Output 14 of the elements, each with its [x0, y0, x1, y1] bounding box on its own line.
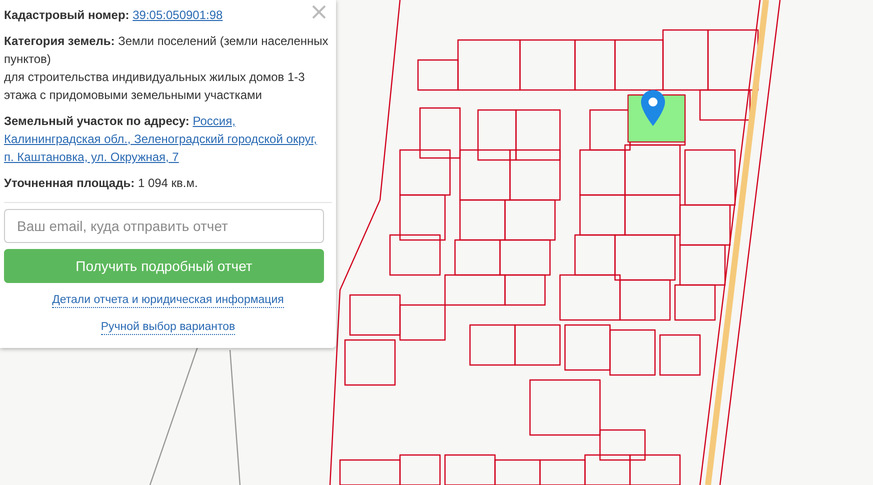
parcel-field-text: Земельный участок по адресу: Россия, Калининградская обл., Зеленоградский городской округ, п. Каштановка, ул. Окружная, 7 [4, 113, 318, 166]
parcel-field-text: Уточненная площадь: 1 094 кв.м. [4, 175, 199, 192]
close-button[interactable] [312, 5, 328, 21]
email-field[interactable]: Ваш email, куда отправить отчет [4, 209, 324, 243]
field-link[interactable]: 39:05:050901:98 [132, 8, 223, 22]
field-link[interactable]: Калининградская обл., Зеленоградский городской округ, [4, 132, 317, 146]
field-link[interactable]: Россия, [192, 114, 236, 128]
close-icon [312, 5, 326, 19]
location-pin-icon [641, 90, 665, 126]
field-link[interactable]: п. Каштановка, ул. Окружная, 7 [4, 150, 179, 164]
parcel-field-text: Категория земель: Земли поселений (земли населенных пунктов) для строительства индивидуальных жилых домов 1-3 этажа с придомовыми земельными участками [4, 33, 330, 104]
parcel-field-text: Кадастровый номер: 39:05:050901:98 [4, 7, 224, 24]
info-link[interactable]: Ручной выбор вариантов [100, 320, 236, 335]
info-link[interactable]: Детали отчета и юридическая информация [52, 293, 284, 308]
